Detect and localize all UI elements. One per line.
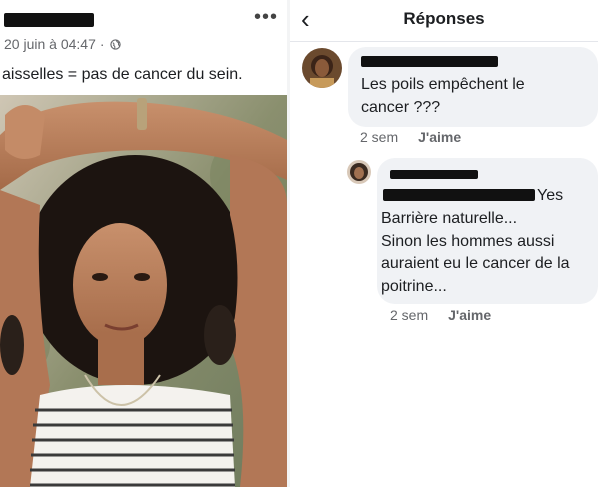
globe-icon xyxy=(109,38,121,50)
avatar[interactable] xyxy=(302,48,342,88)
comment-bubble[interactable]: Yes Barrière naturelle... Sinon les homm… xyxy=(377,158,598,304)
post-caption: aisselles = pas de cancer du sein. xyxy=(2,66,243,83)
redacted-author-name xyxy=(4,13,94,27)
post-timestamp-row: 20 juin à 04:47 · xyxy=(4,36,121,52)
comment-line: cancer ??? xyxy=(361,98,441,116)
redacted-commenter-name xyxy=(361,56,498,67)
redacted-mention xyxy=(383,189,535,201)
comment-line: Sinon les hommes aussi xyxy=(381,232,555,250)
header-divider xyxy=(290,41,598,42)
comment-bubble[interactable]: Les poils empêchent le cancer ??? xyxy=(348,47,598,127)
comment-line: poitrine... xyxy=(381,277,447,295)
comment-meta: 2 sem J'aime xyxy=(390,307,491,323)
comment-text: Les poils empêchent le cancer ??? xyxy=(361,74,525,119)
avatar[interactable] xyxy=(347,160,371,184)
comment-line: Les poils empêchent le xyxy=(361,76,525,93)
post-photo[interactable] xyxy=(0,95,287,487)
comment-time[interactable]: 2 sem xyxy=(390,307,428,323)
page-title: Réponses xyxy=(403,9,485,28)
like-button[interactable]: J'aime xyxy=(448,307,491,323)
more-options-icon[interactable]: ••• xyxy=(254,6,278,29)
comment-line: Barrière naturelle... xyxy=(381,210,518,227)
post-timestamp[interactable]: 20 juin à 04:47 xyxy=(4,36,96,52)
post-panel: ••• 20 juin à 04:47 · aisselles = pas de… xyxy=(0,0,287,487)
comment-line: Yes xyxy=(537,187,564,204)
like-button[interactable]: J'aime xyxy=(418,129,461,145)
meta-separator: · xyxy=(99,36,105,52)
comment-line: auraient eu le cancer de la xyxy=(381,255,570,272)
comment-time[interactable]: 2 sem xyxy=(360,129,398,145)
redacted-commenter-name xyxy=(390,170,478,179)
replies-panel: ‹ Réponses Les poils empêchent le cancer… xyxy=(290,0,598,487)
comment-meta: 2 sem J'aime xyxy=(360,129,461,145)
comment-text: Barrière naturelle... Sinon les hommes a… xyxy=(381,208,598,298)
